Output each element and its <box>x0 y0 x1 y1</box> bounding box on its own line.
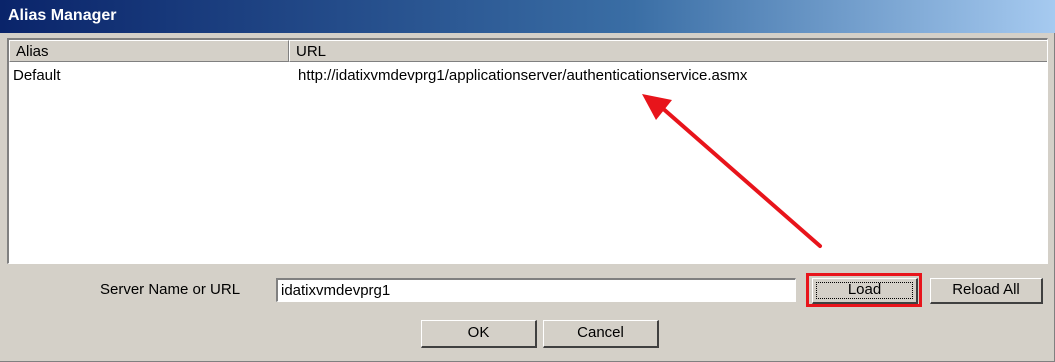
annotation-arrow <box>642 94 822 248</box>
